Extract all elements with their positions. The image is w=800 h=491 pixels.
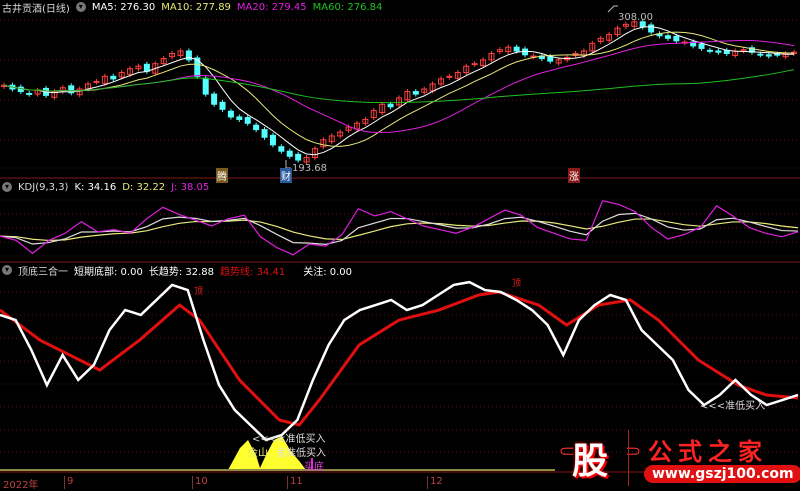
top-signal: 顶 [194,287,204,297]
candle [261,129,268,138]
axis-label: 9 [64,476,73,489]
horn-icon: ⸧ [622,440,645,465]
candle [387,103,394,108]
candle [269,134,276,146]
buy-signal: 金山 [248,448,268,459]
candle [227,110,234,118]
ma5-line [3,26,794,156]
candle [757,53,764,56]
low-pointer [285,160,291,169]
logo-url: www.gszj100.com [644,465,800,483]
candle [715,50,722,53]
candle [513,46,520,52]
candle [110,75,117,80]
bottom-signal: 买底 [304,462,324,473]
horn-icon: ⸦ [556,440,579,465]
candle [706,49,713,52]
candle [253,124,260,131]
candle [185,50,192,61]
candle [26,92,33,95]
d-line [0,218,799,242]
candle [236,116,243,120]
candle [774,53,781,56]
candle [143,63,150,72]
candle [211,93,218,105]
high-pointer [607,5,618,13]
ma10-line [3,31,795,147]
low-price-label: 193.68 [292,163,327,174]
candle [673,35,680,42]
trend-line [0,290,799,427]
j-line [0,200,799,256]
buy-signal: <<<准低买入 [700,401,766,412]
candle [765,54,772,57]
k-line [0,212,799,245]
chart-canvas[interactable] [0,0,800,489]
candle [219,101,226,110]
candle [648,24,655,33]
candle [202,77,209,95]
candle [664,35,671,39]
candle [471,63,478,66]
candle [286,150,293,157]
axis-label: 10 [192,476,208,489]
high-price-label: 308.00 [618,12,653,23]
candle [547,56,554,62]
candle [93,80,100,83]
top-signal: 顶 [512,279,522,289]
watermark-logo: 股 ⸦ ⸧ 公式之家 www.gszj100.com [556,430,800,486]
long-trend-line [0,280,799,442]
candle [412,91,419,95]
candle [244,117,251,124]
candle [446,75,453,78]
candle [698,43,705,49]
event-tag[interactable]: 腾 [216,168,228,183]
logo-name: 公式之家 [648,438,768,466]
buy-signal: <<<<准低买入 [252,434,326,445]
candle [278,146,285,152]
axis-label: 12 [427,476,443,489]
axis-label: 2022年 [3,480,39,491]
candle [295,153,302,161]
buy-signal: 金准低买入 [276,448,326,459]
event-tag[interactable]: 财 [280,168,292,183]
axis-label: 11 [287,476,303,489]
event-tag[interactable]: 涨 [568,168,580,183]
